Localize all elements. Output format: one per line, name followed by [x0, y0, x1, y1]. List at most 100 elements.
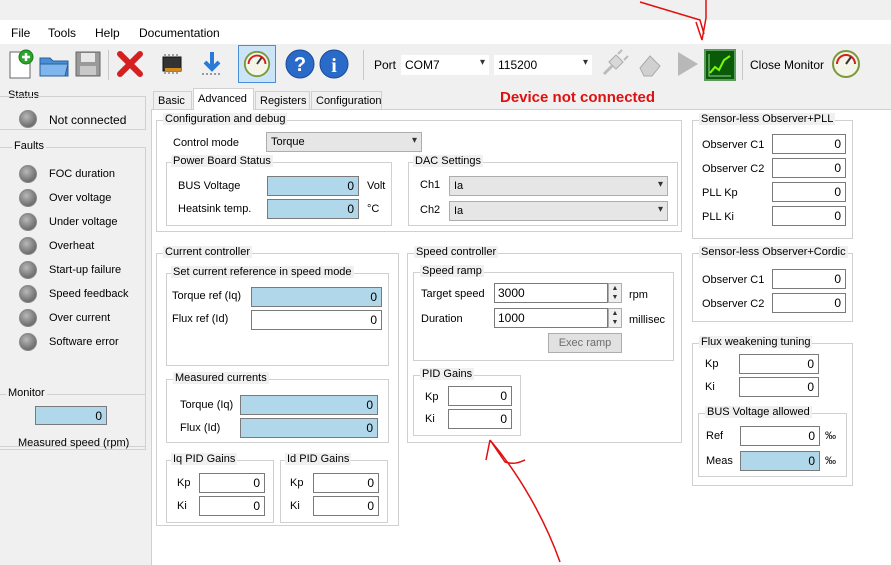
menu-bar: File Tools Help Documentation — [0, 20, 891, 44]
fault-startup-failure: Start-up failure — [49, 264, 122, 276]
cordic-c1-label: Observer C1 — [702, 274, 765, 286]
id-kp-input[interactable]: 0 — [313, 473, 379, 493]
cordic-c2-input[interactable]: 0 — [772, 293, 846, 313]
id-ki-label: Ki — [290, 500, 300, 512]
chip-icon[interactable] — [156, 48, 188, 80]
menu-documentation[interactable]: Documentation — [139, 26, 220, 40]
duration-unit: millisec — [629, 314, 666, 326]
fw-meas-label: Meas — [706, 455, 733, 467]
target-speed-unit: rpm — [629, 289, 648, 301]
download-arrow-icon[interactable] — [196, 48, 228, 80]
target-speed-label: Target speed — [421, 288, 485, 300]
target-speed-input[interactable]: 3000 — [494, 283, 608, 303]
fault-speed-feedback: Speed feedback — [49, 288, 129, 300]
iq-ki-input[interactable]: 0 — [199, 496, 265, 516]
fault-led-icon — [19, 285, 37, 303]
speed-kp-input[interactable]: 0 — [448, 386, 512, 406]
speed-ki-input[interactable]: 0 — [448, 409, 512, 429]
flux-weakening-title: Flux weakening tuning — [699, 336, 813, 348]
left-panel: Status Not connected Faults FOC duration… — [0, 88, 146, 565]
pll-kp-label: PLL Kp — [702, 187, 738, 199]
menu-tools[interactable]: Tools — [48, 26, 76, 40]
control-mode-label: Control mode — [173, 137, 240, 149]
baud-select[interactable]: 115200 ▾ — [494, 55, 592, 75]
monitor-toggle-button[interactable] — [238, 45, 276, 83]
pll-c1-input[interactable]: 0 — [772, 134, 846, 154]
dac-ch1-value: Ia — [454, 180, 464, 192]
current-ref-title: Set current reference in speed mode — [171, 266, 354, 278]
tab-basic[interactable]: Basic — [153, 91, 192, 109]
pll-kp-input[interactable]: 0 — [772, 182, 846, 202]
status-led-icon — [19, 110, 37, 128]
close-monitor-label[interactable]: Close Monitor — [750, 58, 824, 72]
flux-measured-label: Flux (Id) — [180, 422, 221, 434]
chevron-down-icon: ▾ — [582, 57, 588, 68]
gauge-icon[interactable] — [830, 48, 862, 80]
duration-input[interactable]: 1000 — [494, 308, 608, 328]
disconnect-x-icon[interactable] — [114, 48, 146, 80]
baud-value: 115200 — [498, 58, 538, 72]
help-icon[interactable]: ? — [284, 48, 316, 80]
flux-ref-input[interactable]: 0 — [251, 310, 382, 330]
dac-ch1-select[interactable]: Ia ▾ — [449, 176, 668, 196]
bus-voltage-value: 0 — [267, 176, 359, 196]
fault-led-icon — [19, 165, 37, 183]
id-ki-input[interactable]: 0 — [313, 496, 379, 516]
new-file-icon[interactable] — [4, 48, 36, 80]
id-kp-label: Kp — [290, 477, 304, 489]
pll-ki-input[interactable]: 0 — [772, 206, 846, 226]
torque-ref-input[interactable]: 0 — [251, 287, 382, 307]
fault-led-icon — [19, 189, 37, 207]
exec-ramp-button[interactable]: Exec ramp — [548, 333, 622, 353]
dac-ch2-select[interactable]: Ia ▾ — [449, 201, 668, 221]
torque-measured-label: Torque (Iq) — [180, 399, 234, 411]
fw-kp-input[interactable]: 0 — [739, 354, 819, 374]
fw-ref-input[interactable]: 0 — [740, 426, 820, 446]
fault-led-icon — [19, 237, 37, 255]
gauge-icon — [243, 50, 271, 78]
chart-monitor-button[interactable] — [704, 49, 736, 81]
save-disk-icon[interactable] — [72, 48, 104, 80]
power-board-title: Power Board Status — [171, 155, 273, 167]
duration-spinner[interactable]: ▲ ▼ — [608, 308, 622, 328]
pll-c2-input[interactable]: 0 — [772, 158, 846, 178]
fault-software-error: Software error — [49, 336, 119, 348]
fault-led-icon — [19, 261, 37, 279]
monitor-title: Monitor — [6, 387, 47, 399]
chevron-down-icon: ▾ — [657, 204, 663, 215]
chevron-down-icon: ▾ — [657, 179, 663, 190]
open-folder-icon[interactable] — [38, 48, 70, 80]
menu-help[interactable]: Help — [95, 26, 120, 40]
fw-ki-input[interactable]: 0 — [739, 377, 819, 397]
menu-file[interactable]: File — [11, 26, 30, 40]
iq-ki-label: Ki — [177, 500, 187, 512]
fault-led-icon — [19, 333, 37, 351]
flux-ref-label: Flux ref (Id) — [172, 313, 229, 325]
measured-speed-value: 0 — [35, 406, 107, 425]
heatsink-unit: °C — [367, 203, 380, 215]
tab-registers[interactable]: Registers — [255, 91, 310, 109]
iq-kp-input[interactable]: 0 — [199, 473, 265, 493]
speed-kp-label: Kp — [425, 391, 439, 403]
flux-measured-value: 0 — [240, 418, 378, 438]
target-speed-spinner[interactable]: ▲ ▼ — [608, 283, 622, 303]
tab-configuration[interactable]: Configuration — [311, 91, 382, 109]
tab-advanced[interactable]: Advanced — [193, 88, 254, 110]
toolbar-separator — [108, 50, 109, 80]
port-select[interactable]: COM7 ▾ — [401, 55, 489, 75]
fw-ref-label: Ref — [706, 430, 724, 442]
info-icon[interactable]: i — [318, 48, 350, 80]
eraser-icon[interactable] — [634, 48, 666, 80]
fault-over-voltage: Over voltage — [49, 192, 112, 204]
toolbar-separator — [363, 50, 364, 80]
current-controller-title: Current controller — [163, 246, 252, 258]
fault-overheat: Overheat — [49, 240, 95, 252]
fw-kp-label: Kp — [705, 358, 719, 370]
plug-icon[interactable] — [598, 48, 630, 80]
control-mode-select[interactable]: Torque ▾ — [266, 132, 422, 152]
heatsink-label: Heatsink temp. — [178, 203, 252, 215]
chart-icon — [708, 54, 731, 77]
cordic-c1-input[interactable]: 0 — [772, 269, 846, 289]
fw-ki-label: Ki — [705, 381, 715, 393]
play-icon[interactable] — [670, 48, 702, 80]
